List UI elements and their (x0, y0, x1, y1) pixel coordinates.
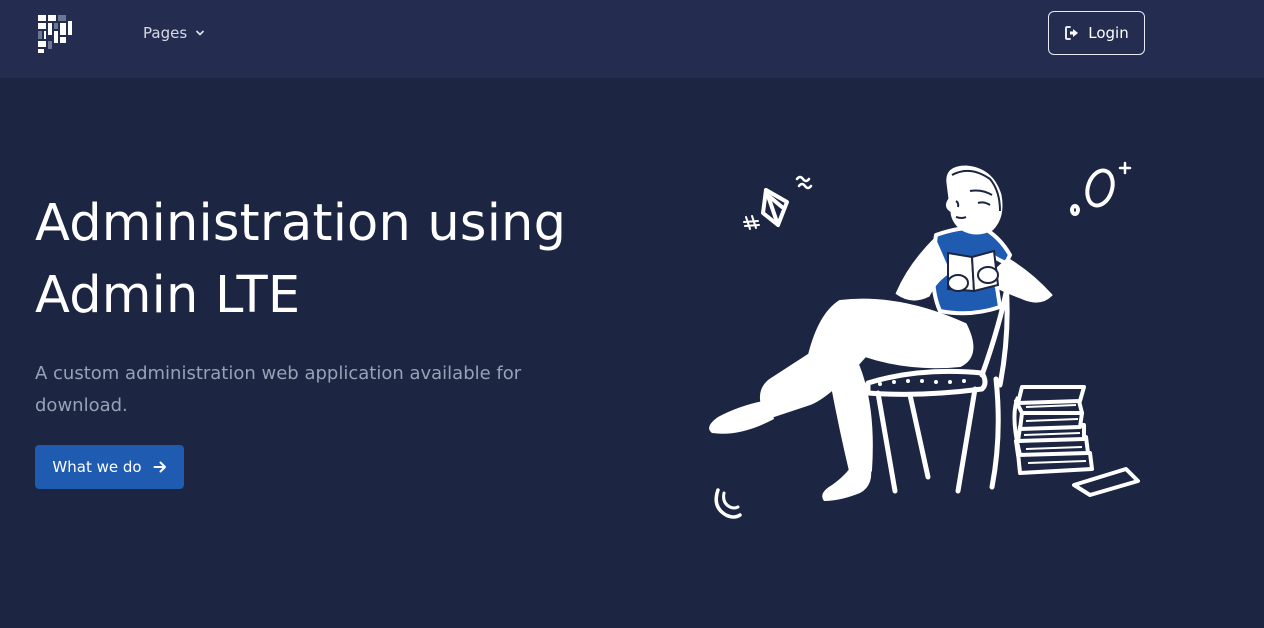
what-we-do-button[interactable]: What we do (35, 445, 184, 489)
chevron-down-icon (196, 30, 205, 36)
hero-subtitle: A custom administration web application … (35, 363, 522, 416)
hero-title-line-2: Admin LTE (35, 266, 301, 325)
hero-title: Administration using Admin LTE (35, 188, 655, 332)
login-label: Login (1088, 24, 1129, 42)
arrow-right-icon (153, 461, 166, 473)
what-we-do-label: What we do (52, 458, 142, 476)
hero-title-line-1: Administration using (35, 194, 567, 253)
login-button[interactable]: Login (1048, 11, 1145, 55)
sign-in-icon (1065, 26, 1079, 40)
brand-logo[interactable] (37, 13, 73, 53)
nav-pages-dropdown[interactable]: Pages (143, 22, 205, 44)
nav-pages-label: Pages (143, 24, 188, 42)
top-navbar: Pages Login (0, 0, 1264, 78)
reading-person-illustration (709, 161, 1140, 519)
